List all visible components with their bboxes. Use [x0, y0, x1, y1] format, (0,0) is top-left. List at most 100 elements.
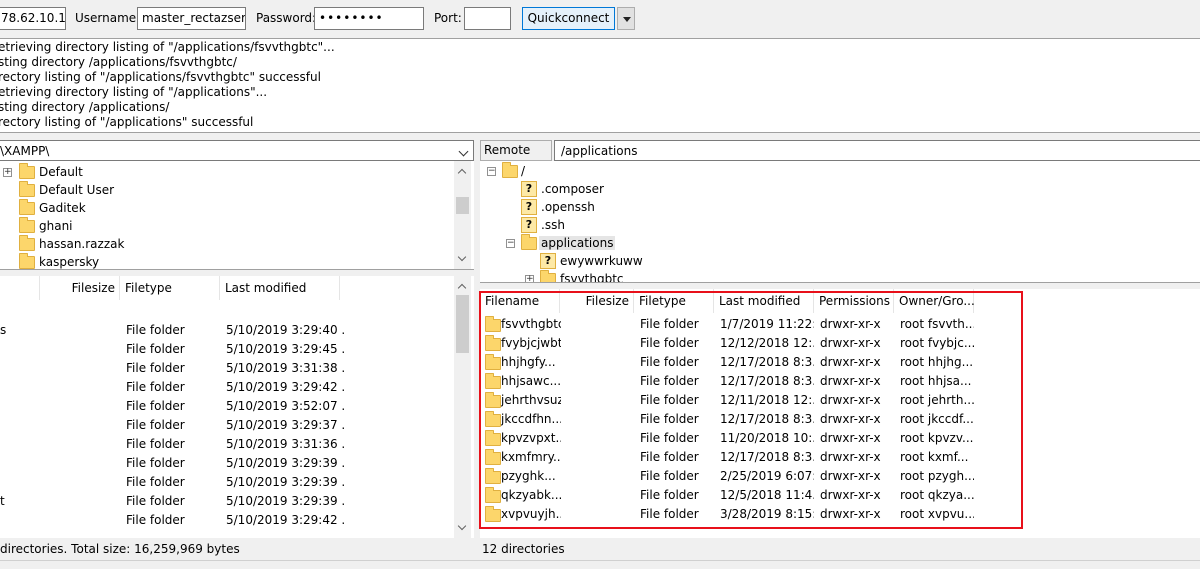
row-filename: fsvvthgbtc	[501, 317, 561, 331]
column-filesize[interactable]: Filesize	[40, 276, 120, 300]
row-permissions: drwxr-xr-x	[820, 488, 881, 502]
scroll-down-icon[interactable]	[457, 521, 467, 531]
folder-icon	[502, 162, 518, 178]
quickconnect-history-dropdown[interactable]	[617, 7, 635, 30]
table-row[interactable]: File folder 5/10/2019 3:29:39 ...	[0, 472, 454, 491]
row-filetype: File folder	[126, 399, 185, 413]
table-row[interactable]: pzyghk... File folder 2/25/2019 6:07:... dr…	[480, 466, 1200, 485]
row-last-modified: 12/17/2018 8:3...	[720, 412, 814, 426]
tree-item-default-user[interactable]: Default User	[0, 181, 454, 199]
row-owner-group: root fsvvth...	[900, 317, 974, 331]
row-permissions: drwxr-xr-x	[820, 450, 881, 464]
tree-item-label: .composer	[541, 182, 604, 196]
collapse-icon[interactable]: −	[506, 239, 515, 248]
expand-icon[interactable]: +	[525, 275, 534, 282]
tree-item-openssh[interactable]: ? .openssh	[480, 198, 1200, 216]
local-tree-scrollbar[interactable]	[454, 161, 471, 269]
row-permissions: drwxr-xr-x	[820, 431, 881, 445]
table-row[interactable]: File folder 5/10/2019 3:29:42 ...	[0, 510, 454, 529]
table-row[interactable]: kxmfmry... File folder 12/17/2018 8:3... dr…	[480, 447, 1200, 466]
scrollbar-thumb[interactable]	[456, 197, 469, 214]
password-input[interactable]: ••••••••	[314, 7, 424, 30]
remote-directory-tree[interactable]: − / ? .composer ? .openssh ? .ssh − appl…	[480, 161, 1200, 283]
folder-icon	[485, 411, 501, 427]
remote-path-combobox[interactable]: /applications	[554, 140, 1200, 161]
table-row[interactable]: kpvzvpxt... File folder 11/20/2018 10:... d…	[480, 428, 1200, 447]
remote-column-header: Filename Filesize Filetype Last modified…	[480, 289, 1200, 314]
table-row[interactable]: s File folder 5/10/2019 3:29:40 ...	[0, 320, 454, 339]
table-row[interactable]: fsvvthgbtc File folder 1/7/2019 11:22:... d…	[480, 314, 1200, 333]
tree-item-default[interactable]: + Default	[0, 163, 454, 181]
row-last-modified: 11/20/2018 10:...	[720, 431, 814, 445]
column-last-modified[interactable]: Last modified	[714, 289, 814, 313]
table-row[interactable]: File folder 5/10/2019 3:29:45 ...	[0, 339, 454, 358]
table-row[interactable]: qkzyabk... File folder 12/5/2018 11:4... dr…	[480, 485, 1200, 504]
scroll-up-icon[interactable]	[457, 168, 467, 178]
transfer-queue-bar	[0, 560, 1200, 569]
tree-item-hassan-razzak[interactable]: hassan.razzak	[0, 235, 454, 253]
tree-item-fsvvthgbtc[interactable]: + fsvvthgbtc	[480, 270, 1200, 282]
table-row[interactable]: File folder 5/10/2019 3:52:07 ...	[0, 396, 454, 415]
tree-item-gaditek[interactable]: Gaditek	[0, 199, 454, 217]
collapse-icon[interactable]: −	[487, 167, 496, 176]
column-permissions[interactable]: Permissions	[814, 289, 894, 313]
row-filetype: File folder	[640, 431, 699, 445]
table-row[interactable]: File folder 5/10/2019 3:29:42 ...	[0, 377, 454, 396]
row-filetype: File folder	[126, 323, 185, 337]
column-filesize[interactable]: Filesize	[560, 289, 634, 313]
scroll-down-icon[interactable]	[457, 252, 467, 262]
tree-item-root[interactable]: − /	[480, 162, 1200, 180]
local-path-combobox[interactable]: \XAMPP\	[0, 140, 474, 161]
table-row[interactable]: fvybjcjwbt File folder 12/12/2018 12:... dr…	[480, 333, 1200, 352]
row-filetype: File folder	[126, 418, 185, 432]
tree-item-kaspersky[interactable]: kaspersky	[0, 253, 454, 269]
folder-icon	[485, 506, 501, 522]
table-row[interactable]: jkccdfhn... File folder 12/17/2018 8:3... d…	[480, 409, 1200, 428]
row-filetype: File folder	[640, 469, 699, 483]
row-owner-group: root kxmf...	[900, 450, 969, 464]
table-row[interactable]: hhjhgfy... File folder 12/17/2018 8:3... dr…	[480, 352, 1200, 371]
local-directory-tree[interactable]: + Default Default User Gaditek ghani has…	[0, 161, 474, 270]
remote-file-list[interactable]: Filename Filesize Filetype Last modified…	[480, 289, 1200, 538]
tree-item-label: hassan.razzak	[39, 237, 125, 251]
message-log[interactable]: etrieving directory listing of "/applica…	[0, 38, 1200, 133]
column-last-modified[interactable]: Last modified	[220, 276, 340, 300]
table-row[interactable]: File folder 5/10/2019 3:29:37 ...	[0, 415, 454, 434]
row-filetype: File folder	[126, 494, 185, 508]
username-input[interactable]: master_rectazserr	[137, 7, 246, 30]
table-row[interactable]: File folder 5/10/2019 3:29:39 ...	[0, 453, 454, 472]
table-row[interactable]: jehrthvsuz File folder 12/11/2018 12:... dr…	[480, 390, 1200, 409]
host-input[interactable]: 78.62.10.115	[0, 7, 66, 30]
column-owner-group[interactable]: Owner/Gro...	[894, 289, 975, 313]
tree-item-applications[interactable]: − applications	[480, 234, 1200, 252]
table-row[interactable]: File folder 5/10/2019 3:31:36 ...	[0, 434, 454, 453]
quickconnect-button[interactable]: Quickconnect	[522, 7, 615, 30]
local-path-text: \XAMPP\	[0, 144, 50, 158]
port-input[interactable]	[464, 7, 511, 30]
column-filetype[interactable]: Filetype	[634, 289, 714, 313]
table-row[interactable]: File folder 5/10/2019 3:31:38 ...	[0, 358, 454, 377]
scrollbar-thumb[interactable]	[456, 295, 469, 353]
tree-item-ghani[interactable]: ghani	[0, 217, 454, 235]
row-filename: hhjsawc...	[501, 374, 561, 388]
tree-item-ewywwrkuww[interactable]: ? ewywwrkuww	[480, 252, 1200, 270]
table-row[interactable]: xvpvuyjh... File folder 3/28/2019 8:15:...…	[480, 504, 1200, 523]
local-list-scrollbar[interactable]	[454, 276, 471, 538]
row-permissions: drwxr-xr-x	[820, 507, 881, 521]
table-row[interactable]: hhjsawc... File folder 12/17/2018 8:3... dr…	[480, 371, 1200, 390]
log-line: rectory listing of "/applications/fsvvth…	[0, 70, 321, 84]
row-filetype: File folder	[640, 488, 699, 502]
row-last-modified: 2/25/2019 6:07:...	[720, 469, 814, 483]
column-filename[interactable]: Filename	[480, 289, 560, 313]
log-line: sting directory /applications/	[0, 100, 170, 114]
chevron-down-icon[interactable]	[458, 146, 469, 157]
local-file-list[interactable]: Filesize Filetype Last modified s File fo…	[0, 276, 474, 538]
port-label: Port:	[434, 11, 462, 25]
column-filename[interactable]	[0, 276, 40, 300]
column-filetype[interactable]: Filetype	[120, 276, 220, 300]
table-row[interactable]: t File folder 5/10/2019 3:29:39 ...	[0, 491, 454, 510]
expand-icon[interactable]: +	[3, 168, 12, 177]
tree-item-composer[interactable]: ? .composer	[480, 180, 1200, 198]
scroll-up-icon[interactable]	[457, 283, 467, 293]
tree-item-ssh[interactable]: ? .ssh	[480, 216, 1200, 234]
